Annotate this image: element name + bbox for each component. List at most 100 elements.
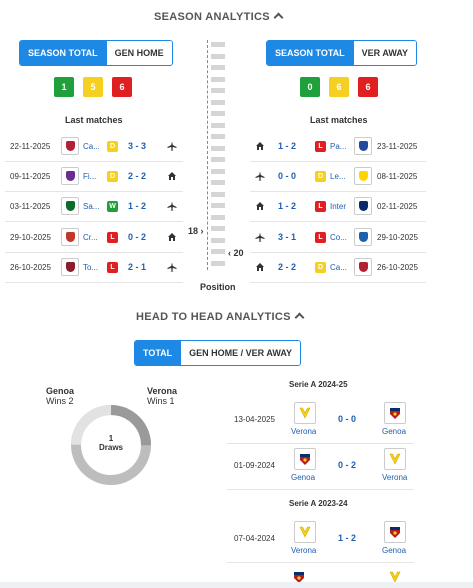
- result-badge: D: [315, 261, 326, 273]
- home-icon: [255, 262, 265, 272]
- right-match-row[interactable]: 2 - 2 D Ca... 26-10-2025: [250, 252, 426, 283]
- airplane-icon: [255, 232, 265, 242]
- left-match-row[interactable]: 09-11-2025 Fi... D 2 - 2: [5, 161, 183, 192]
- chevron-up-icon: [273, 12, 284, 23]
- team-crest-icon: [354, 258, 372, 276]
- left-match-row[interactable]: 26-10-2025 To... L 2 - 1: [5, 252, 183, 283]
- verona-logo-icon: [294, 402, 316, 424]
- genoa-logo-icon: [384, 521, 406, 543]
- tab-gen-home-ver-away[interactable]: GEN HOME / VER AWAY: [180, 341, 301, 365]
- home-icon: [167, 171, 177, 181]
- tab-total[interactable]: TOTAL: [135, 341, 181, 365]
- position-bar: [211, 122, 225, 128]
- left-draws-badge: 5: [83, 77, 103, 97]
- h2h-season-label: Serie A 2024-25: [289, 380, 348, 389]
- match-score: 0 - 0: [338, 414, 357, 424]
- right-wins-badge: 0: [300, 77, 320, 97]
- team-name[interactable]: Pa...: [330, 142, 352, 151]
- team-name[interactable]: Fi...: [83, 172, 99, 181]
- chevron-up-icon: [294, 312, 305, 323]
- home-team-name[interactable]: Verona: [291, 427, 316, 436]
- tab-gen-home[interactable]: GEN HOME: [105, 41, 172, 65]
- right-last-matches-label: Last matches: [310, 115, 368, 125]
- position-bar: [211, 88, 225, 93]
- result-badge: W: [107, 200, 118, 212]
- position-bar: [211, 249, 225, 254]
- away-team-name[interactable]: Genoa: [382, 427, 406, 436]
- season-analytics-title[interactable]: SEASON ANALYTICS: [154, 11, 284, 23]
- position-bar: [211, 111, 225, 116]
- h2h-match-row[interactable]: 01-09-2024 Genoa 0 - 2 Verona: [227, 443, 414, 490]
- right-draws-badge: 6: [329, 77, 349, 97]
- team-name[interactable]: Inter: [330, 202, 352, 211]
- tab-season-total-right[interactable]: SEASON TOTAL: [267, 41, 353, 65]
- position-bar: [211, 99, 225, 105]
- right-match-row[interactable]: 1 - 2 L Inter 02-11-2025: [250, 191, 426, 222]
- position-bar: [211, 203, 225, 208]
- result-badge: L: [107, 261, 118, 273]
- position-label: Position: [200, 282, 236, 292]
- tab-season-total-left[interactable]: SEASON TOTAL: [20, 41, 106, 65]
- home-team-name[interactable]: Verona: [291, 546, 316, 555]
- team-name[interactable]: Sa...: [83, 202, 99, 211]
- match-score: 2 - 1: [128, 262, 147, 272]
- match-score: 1 - 2: [278, 141, 297, 151]
- airplane-icon: [167, 262, 177, 272]
- team-crest-icon: [354, 167, 372, 185]
- bottom-scroll-strip: [0, 582, 473, 588]
- position-bar: [211, 260, 225, 266]
- match-score: 3 - 3: [128, 141, 147, 151]
- position-bar: [211, 214, 225, 220]
- match-date: 07-04-2024: [234, 534, 275, 543]
- left-losses-badge: 6: [112, 77, 132, 97]
- tab-ver-away[interactable]: VER AWAY: [352, 41, 417, 65]
- result-badge: L: [315, 231, 326, 243]
- right-match-row[interactable]: 1 - 2 L Pa... 23-11-2025: [250, 131, 426, 162]
- match-score: 0 - 2: [128, 232, 147, 242]
- left-match-row[interactable]: 22-11-2025 Ca... D 3 - 3: [5, 131, 183, 162]
- match-score: 1 - 2: [338, 533, 357, 543]
- position-divider: [207, 40, 209, 270]
- match-date: 26-10-2025: [10, 262, 51, 272]
- away-team-name[interactable]: Verona: [382, 473, 407, 482]
- left-match-row[interactable]: 29-10-2025 Cr... L 0 - 2: [5, 222, 183, 253]
- h2h-match-row[interactable]: 07-04-2024 Verona 1 - 2 Genoa: [227, 516, 414, 563]
- team-crest-icon: [61, 228, 79, 246]
- left-wins-badge: 1: [54, 77, 74, 97]
- h2h-analytics-label: HEAD TO HEAD ANALYTICS: [136, 311, 291, 323]
- team-crest-icon: [61, 137, 79, 155]
- h2h-draws-label: Draws: [98, 443, 123, 452]
- team-name[interactable]: Ca...: [330, 263, 352, 272]
- position-bar: [211, 134, 225, 139]
- match-date: 01-09-2024: [234, 461, 275, 470]
- right-losses-badge: 6: [358, 77, 378, 97]
- home-icon: [255, 141, 265, 151]
- team-name[interactable]: Le...: [330, 172, 352, 181]
- left-match-row[interactable]: 03-11-2025 Sa... W 1 - 2: [5, 191, 183, 222]
- team-name[interactable]: To...: [83, 263, 99, 272]
- position-bar: [211, 53, 225, 59]
- right-position-value: ‹ 20: [228, 248, 244, 258]
- match-date: 29-10-2025: [10, 232, 51, 242]
- away-team-name[interactable]: Genoa: [382, 546, 406, 555]
- match-date: 26-10-2025: [377, 262, 418, 272]
- team-name[interactable]: Cr...: [83, 233, 99, 242]
- home-team-name[interactable]: Genoa: [291, 473, 315, 482]
- h2h-analytics-title[interactable]: HEAD TO HEAD ANALYTICS: [136, 311, 305, 323]
- team-name[interactable]: Co...: [330, 233, 352, 242]
- team-crest-icon: [61, 258, 79, 276]
- match-score: 2 - 2: [128, 171, 147, 181]
- position-bar: [211, 157, 225, 162]
- right-season-tabs: SEASON TOTAL VER AWAY: [266, 40, 418, 66]
- match-date: 08-11-2025: [377, 171, 418, 181]
- h2h-home-team: Genoa: [46, 386, 75, 396]
- right-match-row[interactable]: 0 - 0 D Le... 08-11-2025: [250, 161, 426, 192]
- match-date: 02-11-2025: [377, 201, 418, 211]
- right-match-row[interactable]: 3 - 1 L Co... 29-10-2025: [250, 222, 426, 253]
- position-bar: [211, 191, 225, 197]
- match-date: 09-11-2025: [10, 171, 51, 181]
- team-crest-icon: [61, 167, 79, 185]
- h2h-match-row[interactable]: 13-04-2025 Verona 0 - 0 Genoa: [227, 397, 414, 444]
- genoa-logo-icon: [292, 570, 306, 582]
- team-name[interactable]: Ca...: [83, 142, 99, 151]
